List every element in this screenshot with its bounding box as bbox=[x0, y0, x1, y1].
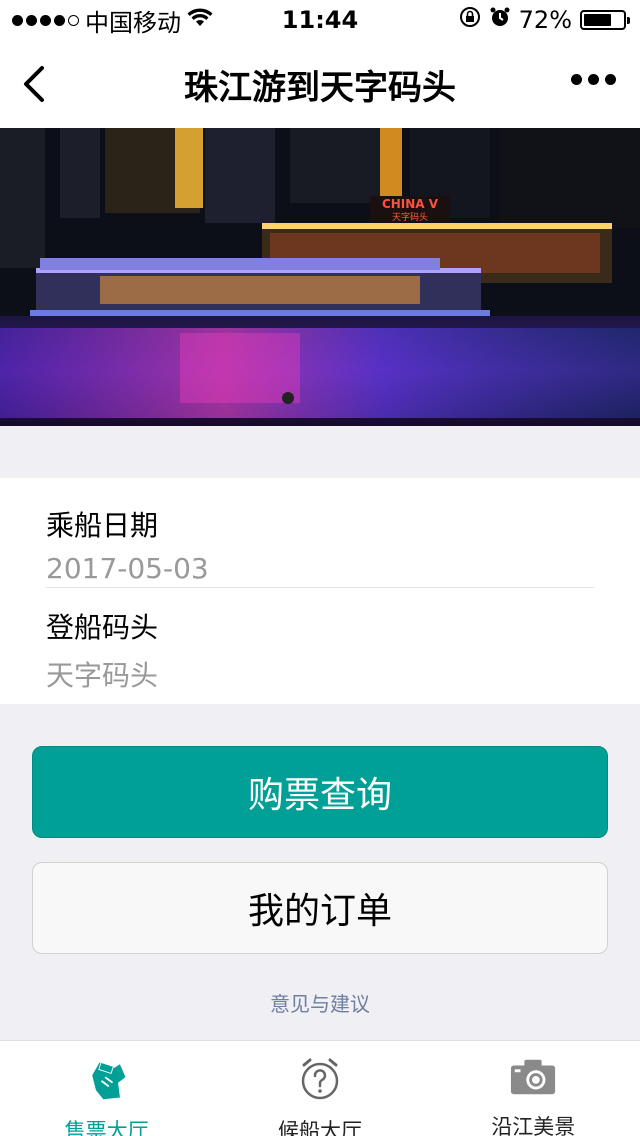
tab-label: 售票大厅 bbox=[64, 1119, 149, 1136]
tab-bar: 售票大厅 候船大厅 沿江美景 bbox=[0, 1040, 640, 1136]
ticket-hand-icon bbox=[83, 1055, 131, 1103]
more-options-button[interactable] bbox=[571, 74, 616, 85]
signal-strength-icon bbox=[12, 14, 79, 26]
pier-value: 天字码头 bbox=[46, 659, 159, 692]
pier-sign-subtext: 天字码头 bbox=[392, 211, 428, 223]
back-button[interactable] bbox=[18, 62, 58, 106]
battery-percent: 72% bbox=[518, 6, 572, 34]
wifi-icon bbox=[187, 6, 213, 34]
carousel-indicator-dot[interactable] bbox=[282, 392, 294, 404]
chevron-left-icon bbox=[24, 66, 44, 102]
date-label: 乘船日期 bbox=[46, 509, 159, 542]
tab-waiting-hall[interactable]: 候船大厅 bbox=[213, 1041, 426, 1136]
pier-label: 登船码头 bbox=[46, 611, 159, 644]
booking-form: 乘船日期 2017-05-03 登船码头 天字码头 bbox=[0, 478, 640, 704]
tab-label: 候船大厅 bbox=[277, 1119, 362, 1136]
pier-field[interactable]: 登船码头 天字码头 bbox=[46, 606, 594, 694]
tab-riverside-scenery[interactable]: 沿江美景 bbox=[427, 1041, 640, 1136]
pier-sign-text: CHINA V bbox=[382, 197, 439, 211]
more-dot-icon bbox=[571, 74, 582, 85]
my-orders-button[interactable]: 我的订单 bbox=[32, 862, 608, 954]
page-title: 珠江游到天字码头 bbox=[184, 67, 456, 108]
tab-ticket-hall[interactable]: 售票大厅 bbox=[0, 1041, 213, 1136]
alarm-icon bbox=[489, 6, 511, 34]
banner-carousel[interactable]: CHINA V 天字码头 bbox=[0, 128, 640, 426]
ticket-query-button[interactable]: 购票查询 bbox=[32, 746, 608, 838]
banner-image: CHINA V 天字码头 bbox=[0, 128, 640, 426]
date-value: 2017-05-03 bbox=[46, 552, 209, 585]
status-right: 72% bbox=[459, 6, 630, 34]
carrier-name: 中国移动 bbox=[85, 8, 181, 37]
feedback-link[interactable]: 意见与建议 bbox=[0, 988, 640, 1017]
tab-label: 沿江美景 bbox=[491, 1115, 576, 1136]
date-field[interactable]: 乘船日期 2017-05-03 bbox=[46, 504, 594, 588]
nav-bar: 珠江游到天字码头 bbox=[0, 40, 640, 128]
more-dot-icon bbox=[588, 74, 599, 85]
battery-fill bbox=[584, 14, 612, 26]
status-left: 中国移动 bbox=[12, 3, 213, 38]
camera-icon bbox=[509, 1055, 557, 1099]
alarm-clock-question-icon bbox=[296, 1055, 344, 1103]
rotation-lock-icon bbox=[459, 6, 481, 34]
more-dot-icon bbox=[605, 74, 616, 85]
battery-icon bbox=[580, 10, 630, 30]
status-bar: 中国移动 11:44 72% bbox=[0, 0, 640, 40]
